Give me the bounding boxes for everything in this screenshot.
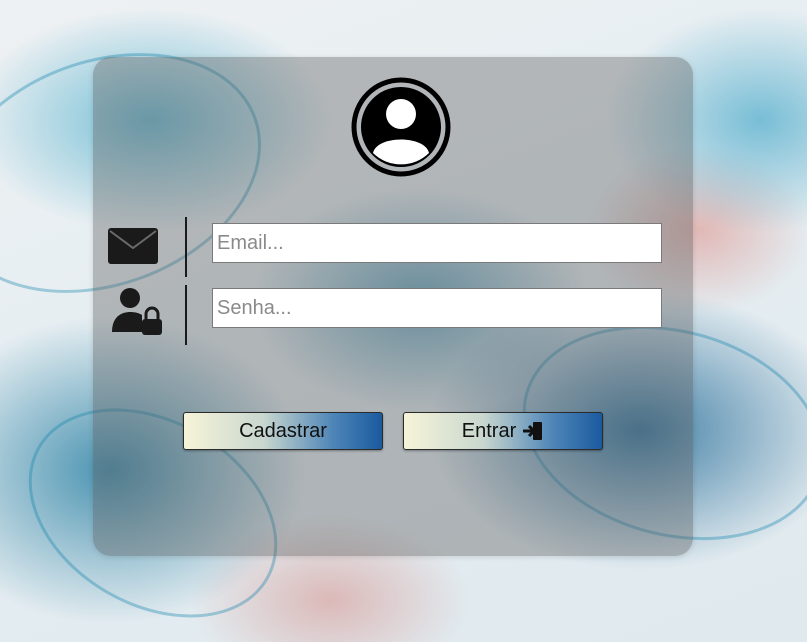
user-circle-icon <box>351 77 451 177</box>
sign-in-door-icon <box>522 420 544 442</box>
password-divider <box>185 285 187 345</box>
login-card: Cadastrar Entrar <box>93 57 693 556</box>
enter-button-label: Entrar <box>461 419 517 442</box>
user-lock-icon <box>111 287 163 337</box>
email-divider <box>185 217 187 277</box>
enter-button[interactable]: Entrar <box>403 412 603 450</box>
register-button-label: Cadastrar <box>239 419 327 442</box>
password-field[interactable] <box>212 288 662 328</box>
email-field[interactable] <box>212 223 662 263</box>
register-button[interactable]: Cadastrar <box>183 412 383 450</box>
envelope-icon <box>107 226 159 266</box>
